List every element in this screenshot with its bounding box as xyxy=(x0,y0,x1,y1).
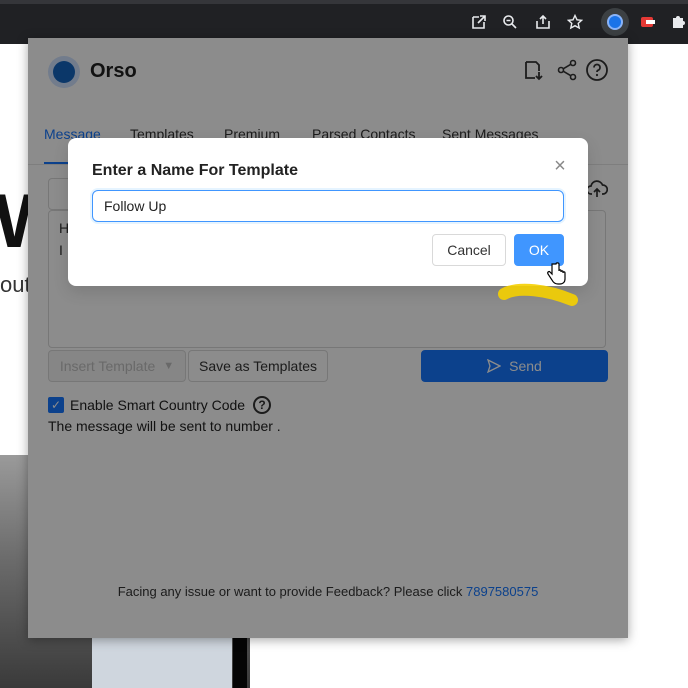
background-text: out xyxy=(0,272,31,297)
template-name-modal: Enter a Name For Template × Cancel OK xyxy=(68,138,588,286)
zoom-icon[interactable] xyxy=(500,12,520,32)
template-name-input[interactable] xyxy=(92,190,564,222)
cancel-button[interactable]: Cancel xyxy=(432,234,506,266)
close-icon[interactable]: × xyxy=(550,156,570,176)
modal-mask[interactable] xyxy=(28,38,628,638)
highlight-marker-stroke xyxy=(498,283,578,306)
extension-red-icon[interactable] xyxy=(638,12,658,32)
open-in-new-icon[interactable] xyxy=(469,12,489,32)
tab-strip-edge xyxy=(0,0,688,4)
orso-extension-icon[interactable] xyxy=(601,8,629,36)
extensions-puzzle-icon[interactable] xyxy=(668,12,688,32)
share-icon[interactable] xyxy=(533,12,553,32)
bookmark-star-icon[interactable] xyxy=(565,12,585,32)
orso-extension-dot xyxy=(607,14,623,30)
modal-title: Enter a Name For Template xyxy=(92,162,298,179)
hand-pointer-cursor-icon xyxy=(547,262,566,285)
background-right-margin xyxy=(628,44,688,688)
